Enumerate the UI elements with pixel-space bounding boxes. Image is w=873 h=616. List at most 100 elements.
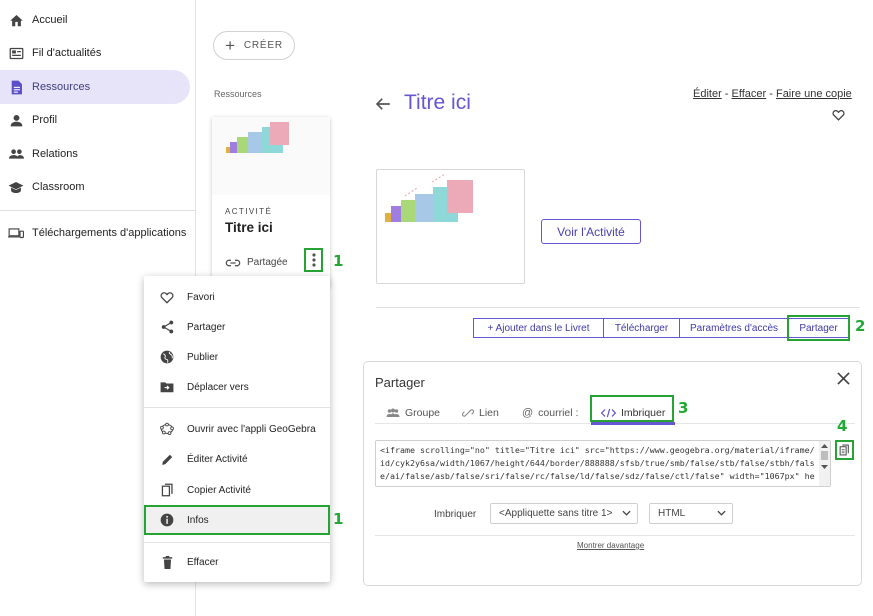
- tab-courriel[interactable]: @ courriel :: [522, 404, 578, 422]
- menu-item-label: Publier: [187, 351, 219, 363]
- menu-item-editer[interactable]: Éditer Activité: [144, 446, 330, 472]
- copy-code-button[interactable]: [835, 440, 854, 460]
- sidebar-divider: [0, 210, 196, 211]
- tab-lien[interactable]: Lien: [462, 404, 499, 422]
- info-icon: [160, 513, 174, 527]
- tab-label: Groupe: [405, 407, 441, 419]
- divider: [375, 535, 855, 536]
- card-thumbnail: [212, 117, 330, 195]
- sidebar-item-relations[interactable]: Relations: [0, 137, 190, 171]
- menu-item-label: Éditer Activité: [187, 453, 248, 465]
- link-icon: [225, 259, 241, 267]
- add-to-book-button[interactable]: + Ajouter dans le Livret: [473, 318, 604, 338]
- share-panel-title: Partager: [375, 375, 425, 390]
- menu-divider: [144, 407, 330, 408]
- close-button[interactable]: [837, 372, 850, 385]
- resource-actions: Éditer - Effacer - Faire une copie: [693, 88, 852, 100]
- annotation-number: 2: [855, 317, 866, 335]
- more-vertical-icon: [311, 253, 316, 267]
- menu-item-label: Effacer: [187, 556, 219, 568]
- group-icon: [386, 408, 400, 418]
- share-icon: [160, 320, 174, 334]
- sidebar-item-label: Relations: [32, 148, 78, 160]
- tab-groupe[interactable]: Groupe: [386, 404, 440, 422]
- menu-item-label: Copier Activité: [187, 484, 251, 496]
- menu-item-ouvrir-geogebra[interactable]: Ouvrir avec l'appli GeoGebra: [144, 416, 330, 442]
- back-button[interactable]: [374, 95, 392, 113]
- annotation-number: 1: [333, 510, 344, 528]
- copy-link[interactable]: Faire une copie: [776, 88, 852, 100]
- applet-select[interactable]: <Appliquette sans titre 1>: [490, 503, 638, 524]
- menu-item-label: Partager: [187, 321, 226, 333]
- more-options-button[interactable]: [304, 248, 323, 272]
- sidebar-item-ressources[interactable]: Ressources: [0, 70, 190, 104]
- menu-item-infos[interactable]: Infos: [144, 505, 330, 535]
- chevron-down-icon: [622, 510, 631, 516]
- sidebar-item-label: Téléchargements d'applications: [32, 227, 187, 239]
- activity-preview-image: [376, 169, 525, 284]
- heart-icon: [832, 109, 845, 121]
- card-type: ACTIVITÉ: [225, 207, 273, 216]
- embed-label: Imbriquer: [434, 509, 477, 520]
- sidebar-item-label: Classroom: [32, 181, 85, 193]
- menu-item-favori[interactable]: Favori: [144, 284, 330, 310]
- edit-link[interactable]: Éditer: [693, 88, 722, 100]
- annotation-number: 4: [837, 417, 848, 435]
- menu-item-copier[interactable]: Copier Activité: [144, 477, 330, 503]
- close-icon: [837, 372, 850, 385]
- document-icon: [8, 79, 24, 95]
- menu-item-label: Infos: [187, 514, 209, 526]
- menu-item-effacer[interactable]: Effacer: [144, 549, 330, 575]
- delete-link[interactable]: Effacer: [732, 88, 767, 100]
- separator: -: [766, 88, 776, 100]
- active-tab-indicator: [591, 422, 675, 425]
- create-button[interactable]: + CRÉER: [213, 31, 295, 60]
- sidebar-item-classroom[interactable]: Classroom: [0, 170, 190, 204]
- card-title[interactable]: Titre ici: [225, 220, 273, 235]
- menu-item-publier[interactable]: Publier: [144, 344, 330, 370]
- sidebar-item-label: Accueil: [32, 14, 68, 26]
- share-status-label: Partagée: [247, 257, 288, 268]
- create-label: CRÉER: [243, 40, 283, 51]
- plus-icon: +: [225, 36, 236, 55]
- scrollbar[interactable]: [819, 441, 830, 486]
- show-more-link[interactable]: Montrer davantage: [577, 541, 644, 550]
- feed-icon: [8, 45, 24, 61]
- download-button[interactable]: Télécharger: [603, 318, 680, 338]
- graduation-cap-icon: [8, 179, 24, 195]
- link-icon: [462, 407, 474, 419]
- sidebar-item-telechargements[interactable]: Téléchargements d'applications: [0, 216, 190, 250]
- tab-label: courriel :: [538, 407, 579, 419]
- copy-icon: [839, 444, 850, 456]
- share-panel: Partager Groupe Lien @ courriel : Imbriq…: [363, 361, 862, 586]
- menu-item-partager[interactable]: Partager: [144, 314, 330, 340]
- sidebar-item-fil[interactable]: Fil d'actualités: [0, 36, 190, 70]
- menu-item-label: Favori: [187, 291, 215, 303]
- devices-icon: [8, 225, 24, 241]
- menu-item-deplacer[interactable]: Déplacer vers: [144, 374, 330, 400]
- sidebar-item-label: Ressources: [32, 81, 91, 93]
- globe-icon: [160, 350, 174, 364]
- format-select[interactable]: HTML: [649, 503, 733, 524]
- menu-divider: [144, 542, 330, 543]
- resources-heading: Ressources: [214, 89, 262, 99]
- geogebra-icon: [160, 422, 174, 436]
- heart-icon: [160, 290, 174, 304]
- annotation-number: 3: [678, 399, 689, 417]
- favorite-button[interactable]: [832, 109, 845, 121]
- embed-code-text[interactable]: <iframe scrolling="no" title="Titre ici"…: [380, 444, 816, 486]
- person-icon: [8, 112, 24, 128]
- menu-item-label: Ouvrir avec l'appli GeoGebra: [187, 423, 316, 435]
- annotation-highlight: [787, 315, 850, 341]
- view-activity-button[interactable]: Voir l'Activité: [541, 219, 641, 244]
- embed-code-textarea[interactable]: <iframe scrolling="no" title="Titre ici"…: [375, 440, 831, 487]
- separator: -: [721, 88, 732, 100]
- sidebar-item-accueil[interactable]: Accueil: [0, 3, 190, 37]
- pencil-icon: [160, 452, 174, 466]
- tab-label: Lien: [479, 407, 499, 419]
- applet-select-value: <Appliquette sans titre 1>: [499, 508, 613, 519]
- resource-card[interactable]: ACTIVITÉ Titre ici Partagée: [212, 117, 330, 287]
- access-settings-button[interactable]: Paramètres d'accès: [679, 318, 789, 338]
- sidebar-item-profil[interactable]: Profil: [0, 103, 190, 137]
- copy-icon: [160, 483, 174, 497]
